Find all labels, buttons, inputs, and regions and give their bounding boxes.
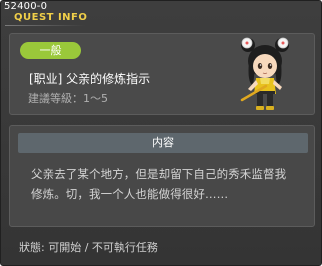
quest-id-label: 52400-0 xyxy=(4,1,48,12)
quest-status: 狀態: 可開始 / 不可執行任務 xyxy=(19,241,158,254)
content-header: 内容 xyxy=(18,133,308,153)
category-badge: 一般 xyxy=(20,42,81,59)
description-line-1: 父亲去了某个地方，但是却留下自己的秀禾监督我 xyxy=(31,167,287,181)
girl-character-portrait-icon xyxy=(240,37,289,110)
quest-description: 父亲去了某个地方，但是却留下自己的秀禾监督我 修炼。切，我一个人也能做得很好…… xyxy=(31,164,301,204)
window-title: QUEST INFO xyxy=(14,12,88,23)
description-line-2: 修炼。切，我一个人也能做得很好…… xyxy=(31,187,229,201)
recommended-level: 建議等級：1～5 xyxy=(28,92,108,105)
quest-name: [职业] 父亲的修炼指示 xyxy=(29,72,151,86)
quest-summary-card: 一般 [职业] 父亲的修炼指示 建議等級：1～5 xyxy=(9,33,315,115)
quest-info-window: 52400-0 QUEST INFO 一般 [职业] 父亲的修炼指示 建議等級：… xyxy=(0,0,322,266)
title-divider xyxy=(5,25,85,26)
quest-content-card: 内容 父亲去了某个地方，但是却留下自己的秀禾监督我 修炼。切，我一个人也能做得很… xyxy=(9,125,315,227)
